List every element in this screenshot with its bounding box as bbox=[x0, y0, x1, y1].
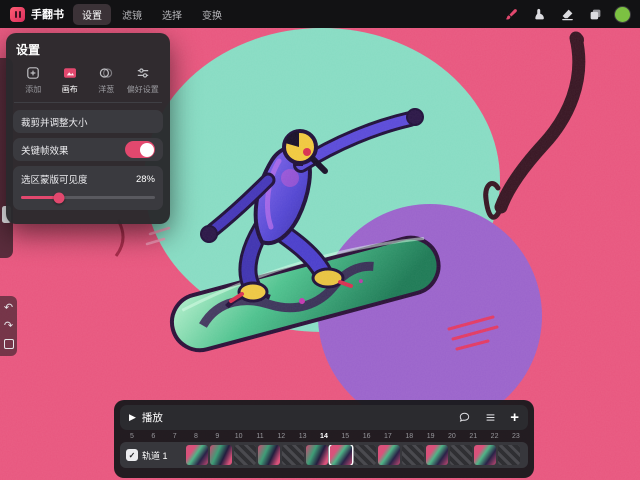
menu-item-transform[interactable]: 变换 bbox=[193, 4, 231, 25]
ruler-number-17[interactable]: 17 bbox=[384, 433, 392, 440]
ruler-number-18[interactable]: 18 bbox=[405, 433, 413, 440]
play-label: 播放 bbox=[141, 412, 163, 424]
menu-item-filters[interactable]: 滤镜 bbox=[113, 4, 151, 25]
settings-tabs: 添加 画布 洋葱 偏好设置 bbox=[13, 65, 163, 95]
ruler-number-14[interactable]: 14 bbox=[320, 433, 328, 440]
play-button[interactable]: ▶ 播放 bbox=[129, 410, 163, 425]
frame-thumbnail-11[interactable] bbox=[426, 445, 448, 465]
ruler-number-5[interactable]: 5 bbox=[128, 433, 136, 440]
frame-thumbnail-13[interactable] bbox=[474, 445, 496, 465]
ruler-number-6[interactable]: 6 bbox=[149, 433, 157, 440]
playbar: ▶ 播放 + bbox=[120, 405, 528, 430]
ruler-number-10[interactable]: 10 bbox=[235, 433, 243, 440]
undo-button[interactable]: ↶ bbox=[4, 303, 13, 314]
add-tab-icon bbox=[23, 65, 43, 81]
ruler-number-23[interactable]: 23 bbox=[512, 433, 520, 440]
frame-thumbnail-4[interactable] bbox=[258, 445, 280, 465]
mask-visibility-slider[interactable] bbox=[21, 192, 155, 203]
timeline-panel: ▶ 播放 + 5 6 7 8 9 10 11 12 13 14 15 16 17 18 19 20 21 22 23… bbox=[114, 400, 534, 478]
settings-panel-title: 设置 bbox=[16, 43, 41, 57]
tab-preferences[interactable]: 偏好设置 bbox=[125, 65, 162, 95]
ruler-number-16[interactable]: 16 bbox=[363, 433, 371, 440]
keyframe-effects-toggle[interactable] bbox=[125, 141, 155, 158]
ruler-number-15[interactable]: 15 bbox=[341, 433, 349, 440]
ruler-number-20[interactable]: 20 bbox=[448, 433, 456, 440]
menu-item-select[interactable]: 选择 bbox=[153, 4, 191, 25]
divider bbox=[14, 102, 162, 103]
keyframe-effects-row: 关键帧效果 bbox=[13, 138, 163, 161]
toggle-knob bbox=[139, 142, 154, 157]
app-window: 手翻书 设置 滤镜 选择 变换 ↶ ↷ 设置 添加 画布 洋葱 偏好设置 裁剪并… bbox=[0, 0, 640, 480]
keyframe-effects-label: 关键帧效果 bbox=[21, 145, 69, 157]
onion-skin-tab-icon bbox=[96, 65, 116, 81]
crop-resize-label: 裁剪并调整大小 bbox=[21, 117, 88, 129]
frame-thumbnail-10[interactable] bbox=[402, 445, 424, 465]
track-name: 轨道 1 bbox=[142, 450, 168, 461]
mask-slider-knob[interactable] bbox=[53, 192, 65, 203]
frame-thumbnail-9[interactable] bbox=[378, 445, 400, 465]
timeline-ruler: 5 6 7 8 9 10 11 12 13 14 15 16 17 18 19 20 21 22 23 bbox=[122, 433, 526, 440]
color-swatch[interactable] bbox=[615, 6, 630, 22]
mask-visibility-label: 选区蒙版可见度 bbox=[21, 175, 88, 186]
ruler-number-7[interactable]: 7 bbox=[171, 433, 179, 440]
ruler-number-22[interactable]: 22 bbox=[491, 433, 499, 440]
frame-thumbnail-3[interactable] bbox=[234, 445, 256, 465]
app-title[interactable]: 手翻书 bbox=[31, 6, 64, 22]
ruler-number-19[interactable]: 19 bbox=[427, 433, 435, 440]
ruler-number-12[interactable]: 12 bbox=[277, 433, 285, 440]
track-checkbox[interactable]: ✓ bbox=[126, 449, 138, 461]
speech-bubble-icon[interactable] bbox=[458, 411, 471, 424]
modify-button[interactable] bbox=[3, 339, 14, 349]
topbar: 手翻书 设置 滤镜 选择 变换 bbox=[0, 0, 640, 28]
settings-panel: 设置 添加 画布 洋葱 偏好设置 裁剪并调整大小 关键帧效果 选区蒙版可见度 2… bbox=[6, 33, 170, 224]
track-list-icon[interactable] bbox=[484, 411, 497, 424]
eraser-icon[interactable] bbox=[559, 6, 576, 23]
redo-button[interactable]: ↷ bbox=[4, 321, 13, 332]
app-logo[interactable] bbox=[10, 6, 25, 22]
track-row: ✓ 轨道 1 bbox=[120, 442, 528, 468]
frame-thumbnail-8[interactable] bbox=[354, 445, 376, 465]
frame-thumbnail-2[interactable] bbox=[210, 445, 232, 465]
ruler-number-13[interactable]: 13 bbox=[299, 433, 307, 440]
frame-thumbnail-6[interactable] bbox=[306, 445, 328, 465]
smudge-icon[interactable] bbox=[531, 6, 548, 23]
mask-visibility-row: 选区蒙版可见度 28% bbox=[13, 166, 163, 210]
sidebar-buttons: ↶ ↷ bbox=[0, 296, 17, 356]
frame-thumbnail-14[interactable] bbox=[498, 445, 520, 465]
add-frame-button[interactable]: + bbox=[510, 410, 519, 425]
menu-item-settings[interactable]: 设置 bbox=[73, 3, 111, 25]
frame-thumbnail-7[interactable] bbox=[330, 445, 352, 465]
ruler-number-8[interactable]: 8 bbox=[192, 433, 200, 440]
ruler-number-11[interactable]: 11 bbox=[256, 433, 264, 440]
tab-canvas[interactable]: 画布 bbox=[52, 65, 89, 95]
tab-add[interactable]: 添加 bbox=[15, 65, 52, 95]
ruler-number-9[interactable]: 9 bbox=[213, 433, 221, 440]
paint-brush-icon[interactable] bbox=[503, 6, 520, 23]
crop-resize-row[interactable]: 裁剪并调整大小 bbox=[13, 110, 163, 133]
frame-thumbnail-1[interactable] bbox=[186, 445, 208, 465]
frames-strip bbox=[186, 445, 525, 465]
mask-visibility-value: 28% bbox=[135, 173, 155, 185]
frame-thumbnail-12[interactable] bbox=[450, 445, 472, 465]
topbar-menu: 设置 滤镜 选择 变换 bbox=[73, 3, 231, 25]
canvas-tab-icon bbox=[60, 65, 80, 81]
ruler-number-21[interactable]: 21 bbox=[469, 433, 477, 440]
play-icon: ▶ bbox=[129, 412, 136, 422]
preferences-tab-icon bbox=[133, 65, 153, 81]
tab-onion[interactable]: 洋葱 bbox=[88, 65, 125, 95]
layers-icon[interactable] bbox=[587, 6, 604, 23]
frame-thumbnail-5[interactable] bbox=[282, 445, 304, 465]
